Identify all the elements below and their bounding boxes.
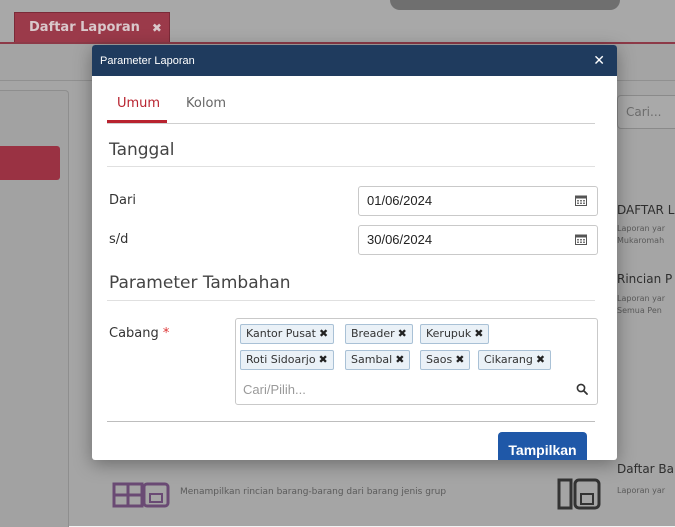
parameter-laporan-dialog: Parameter Laporan ✕ Umum Kolom Tanggal D… (92, 45, 617, 460)
dialog-tabs: Umum Kolom (107, 95, 595, 124)
background-search-input[interactable]: Cari... (617, 95, 675, 129)
section-divider (107, 166, 595, 167)
tag-label: Kantor Pusat (246, 327, 316, 340)
tab-close-icon[interactable]: ✖ (152, 21, 162, 35)
tab-label: Daftar Laporan (29, 20, 140, 35)
tag-sambal: Sambal ✖ (345, 350, 411, 370)
footer-divider (107, 421, 595, 422)
report-item-title[interactable]: Daftar Ba (617, 462, 674, 476)
tag-remove-icon[interactable]: ✖ (395, 353, 404, 366)
tag-remove-icon[interactable]: ✖ (319, 353, 328, 366)
folder-report-icon (557, 478, 601, 510)
tab-daftar-laporan[interactable]: Daftar Laporan ✖ (14, 12, 170, 42)
search-icon[interactable] (576, 383, 588, 395)
report-item-desc: Menampilkan rincian barang-barang dari b… (180, 487, 447, 497)
grid-report-icon (112, 482, 170, 508)
report-item-desc: Laporan yar (617, 294, 666, 303)
dari-date-input[interactable]: 01/06/2024 (358, 186, 598, 216)
report-item-desc: Semua Pen (617, 306, 662, 315)
report-item-desc: Laporan yar (617, 224, 666, 233)
cabang-label-text: Cabang (109, 326, 159, 341)
topbar-decoration (390, 0, 620, 10)
required-mark: * (162, 326, 170, 341)
dari-date-value: 01/06/2024 (367, 193, 433, 208)
section-title-tanggal: Tanggal (109, 140, 175, 160)
sd-date-input[interactable]: 30/06/2024 (358, 225, 598, 255)
tag-label: Roti Sidoarjo (246, 353, 316, 366)
cabang-label: Cabang * (109, 326, 169, 341)
tag-remove-icon[interactable]: ✖ (398, 327, 407, 340)
tag-remove-icon[interactable]: ✖ (474, 327, 483, 340)
background-search-placeholder: Cari... (626, 105, 662, 119)
report-item-desc: Mukaromah (617, 236, 665, 245)
tampilkan-button[interactable]: Tampilkan (498, 432, 587, 460)
tag-kantor-pusat: Kantor Pusat ✖ (240, 324, 335, 344)
sd-label: s/d (109, 232, 129, 247)
close-icon[interactable]: ✕ (593, 53, 605, 69)
active-tab-indicator (107, 120, 167, 123)
tag-breader: Breader ✖ (345, 324, 413, 344)
calendar-icon[interactable] (575, 234, 587, 245)
report-item-desc: Laporan yar (617, 486, 666, 495)
sd-date-value: 30/06/2024 (367, 232, 433, 247)
dialog-title: Parameter Laporan (100, 54, 195, 67)
tag-roti-sidoarjo: Roti Sidoarjo ✖ (240, 350, 334, 370)
tag-remove-icon[interactable]: ✖ (455, 353, 464, 366)
section-divider (107, 300, 595, 301)
cabang-multiselect[interactable]: Kantor Pusat ✖ Breader ✖ Kerupuk ✖ Roti Sid… (235, 318, 598, 405)
report-item-title[interactable]: DAFTAR L (617, 203, 674, 217)
left-panel-active-item[interactable] (0, 146, 60, 180)
tag-cikarang: Cikarang ✖ (478, 350, 552, 370)
tag-label: Cikarang (484, 353, 533, 366)
tag-label: Kerupuk (426, 327, 472, 340)
tag-remove-icon[interactable]: ✖ (319, 327, 328, 340)
calendar-icon[interactable] (575, 195, 587, 206)
cabang-search-input[interactable]: Cari/Pilih... (243, 382, 306, 397)
dialog-header: Parameter Laporan ✕ (92, 45, 617, 76)
tab-kolom[interactable]: Kolom (186, 96, 226, 111)
tag-remove-icon[interactable]: ✖ (536, 353, 545, 366)
tag-label: Sambal (351, 353, 393, 366)
report-item-title[interactable]: Rincian P (617, 272, 672, 286)
dari-label: Dari (109, 193, 136, 208)
section-title-parameter-tambahan: Parameter Tambahan (109, 273, 291, 293)
tab-umum[interactable]: Umum (117, 96, 160, 111)
tag-label: Breader (351, 327, 395, 340)
tag-label: Saos (426, 353, 453, 366)
tag-saos: Saos ✖ (420, 350, 471, 370)
tag-kerupuk: Kerupuk ✖ (420, 324, 490, 344)
